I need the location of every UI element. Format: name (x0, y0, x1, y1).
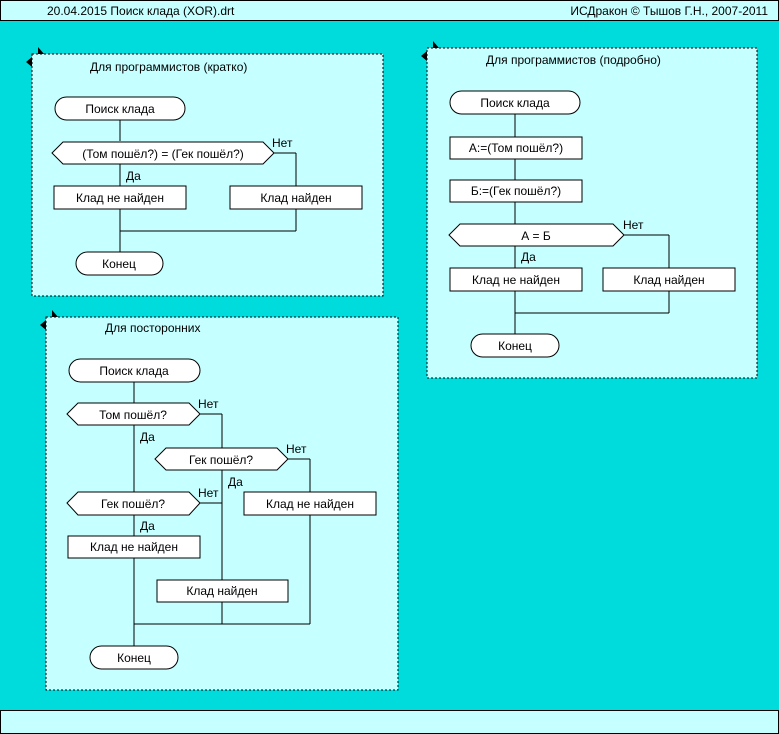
panel-detailed-corner-icon (421, 51, 427, 61)
outsiders-q3-no: Нет (198, 486, 219, 500)
panel-brief-top-icon (38, 47, 44, 54)
detailed-start-label: Поиск клада (480, 96, 550, 110)
detailed-end-label: Конец (498, 339, 532, 353)
outsiders-q1-no: Нет (198, 397, 219, 411)
outsiders-q2-label: Гек пошёл? (189, 453, 253, 467)
detailed-action-b-label: Б:=(Гек пошёл?) (471, 184, 561, 198)
diagram-canvas[interactable]: Для программистов (кратко) Поиск клада (… (0, 21, 779, 710)
panel-detailed-top-icon (433, 41, 439, 48)
detailed-action-a-label: А:=(Том пошёл?) (469, 141, 563, 155)
brief-end-label: Конец (102, 257, 136, 271)
panel-outsiders-top-icon (52, 310, 58, 317)
outsiders-mid-action-label: Клад найден (186, 584, 257, 598)
detailed-left-action-label: Клад не найден (472, 273, 560, 287)
outsiders-q3-label: Гек пошёл? (101, 497, 165, 511)
outsiders-q2-yes: Да (228, 475, 243, 489)
outsiders-start-label: Поиск клада (99, 364, 169, 378)
panel-detailed-title: Для программистов (подробно) (486, 53, 661, 67)
detailed-no-label: Нет (623, 218, 644, 232)
brief-right-action-label: Клад найден (260, 191, 331, 205)
outsiders-end-label: Конец (117, 651, 151, 665)
panel-outsiders-corner-icon (40, 320, 46, 330)
outsiders-right-action-label: Клад не найден (266, 497, 354, 511)
brief-question-label: (Том пошёл?) = (Гек пошёл?) (82, 147, 244, 161)
brief-start-label: Поиск клада (85, 102, 155, 116)
panel-brief-title: Для программистов (кратко) (90, 60, 247, 74)
detailed-yes-label: Да (521, 250, 536, 264)
panel-outsiders[interactable]: Для посторонних Поиск клада Том пошёл? Д… (40, 310, 399, 691)
brief-no-label: Нет (272, 136, 293, 150)
detailed-right-action-label: Клад найден (633, 273, 704, 287)
outsiders-q3-yes: Да (140, 519, 155, 533)
panel-detailed[interactable]: Для программистов (подробно) Поиск клада… (421, 41, 758, 379)
outsiders-q1-label: Том пошёл? (99, 408, 167, 422)
outsiders-q1-yes: Да (140, 430, 155, 444)
copyright-text: ИСДракон © Тышов Г.Н., 2007-2011 (570, 4, 768, 18)
panel-brief-corner-icon (26, 57, 32, 67)
title-bar: 20.04.2015 Поиск клада (XOR).drt ИСДрако… (0, 0, 779, 21)
outsiders-left-action-label: Клад не найден (90, 540, 178, 554)
detailed-question-label: А = Б (521, 229, 551, 243)
file-title: 20.04.2015 Поиск клада (XOR).drt (47, 4, 235, 18)
panel-brief[interactable]: Для программистов (кратко) Поиск клада (… (26, 47, 384, 297)
panel-outsiders-title: Для посторонних (105, 321, 200, 335)
brief-yes-label: Да (126, 169, 141, 183)
brief-left-action-label: Клад не найден (76, 191, 164, 205)
status-bar (0, 710, 779, 734)
outsiders-q2-no: Нет (286, 442, 307, 456)
